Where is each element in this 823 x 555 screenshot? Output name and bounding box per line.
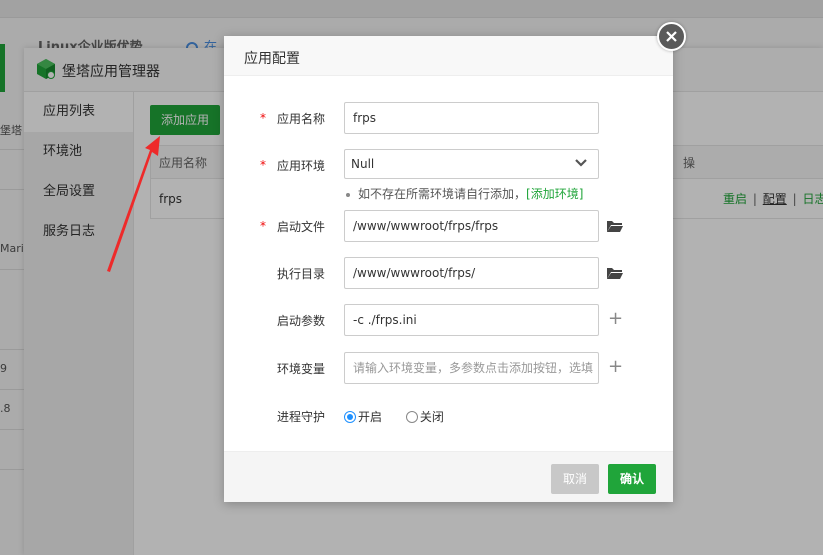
modal-title: 应用配置 — [244, 51, 300, 67]
work-dir-label: 执行目录 — [276, 267, 325, 281]
add-env-link[interactable]: [添加环境] — [526, 187, 583, 201]
close-modal-button[interactable] — [657, 22, 686, 51]
radio-checked-icon — [344, 410, 356, 423]
folder-icon[interactable] — [606, 266, 624, 280]
add-env-var-plus-icon[interactable]: + — [608, 358, 623, 376]
app-env-value: Null — [351, 157, 375, 171]
env-hint: 如不存在所需环境请自行添加，[添加环境] — [344, 185, 583, 202]
work-dir-input[interactable]: /www/wwwroot/frps/ — [344, 257, 599, 289]
env-hint-text: 如不存在所需环境请自行添加， — [358, 187, 527, 201]
field-app-name: * 应用名称 frps — [224, 102, 673, 134]
env-vars-input[interactable]: 请输入环境变量，多参数点击添加按钮，选填 — [344, 352, 599, 384]
field-env-vars: 环境变量 请输入环境变量，多参数点击添加按钮，选填 + — [224, 352, 673, 384]
start-file-label: 启动文件 — [276, 220, 325, 234]
app-config-modal: 应用配置 * 应用名称 frps * 应用环境 Null 如不存在所需环境请自行… — [224, 36, 673, 502]
bullet-icon — [346, 192, 350, 197]
app-name-input[interactable]: frps — [344, 102, 599, 134]
radio-unchecked-icon — [405, 410, 418, 423]
start-file-input[interactable]: /www/wwwroot/frps/frps — [344, 210, 599, 242]
add-arg-plus-icon[interactable]: + — [608, 310, 623, 328]
app-env-select[interactable]: Null — [344, 149, 599, 179]
field-start-file: * 启动文件 /www/wwwroot/frps/frps — [224, 210, 673, 242]
cancel-button[interactable]: 取消 — [551, 464, 599, 494]
daemon-on-radio[interactable]: 开启 — [344, 408, 382, 425]
daemon-radio-group: 开启 关闭 — [344, 408, 464, 425]
app-name-label: 应用名称 — [276, 112, 325, 126]
start-args-input[interactable]: -c ./frps.ini — [344, 304, 599, 336]
folder-icon[interactable] — [606, 219, 624, 233]
daemon-off-radio[interactable]: 关闭 — [405, 408, 444, 425]
field-app-env: * 应用环境 Null — [224, 149, 673, 181]
field-work-dir: 执行目录 /www/wwwroot/frps/ — [224, 257, 673, 289]
modal-header: 应用配置 — [224, 36, 673, 76]
close-icon — [666, 31, 677, 42]
modal-footer: 取消 确认 — [224, 451, 673, 502]
chevron-down-icon — [575, 159, 587, 167]
app-env-label: 应用环境 — [276, 159, 325, 173]
start-args-label: 启动参数 — [276, 314, 325, 328]
daemon-label: 进程守护 — [276, 410, 325, 424]
field-start-args: 启动参数 -c ./frps.ini + — [224, 304, 673, 336]
env-vars-label: 环境变量 — [276, 362, 325, 376]
confirm-button[interactable]: 确认 — [608, 464, 656, 494]
